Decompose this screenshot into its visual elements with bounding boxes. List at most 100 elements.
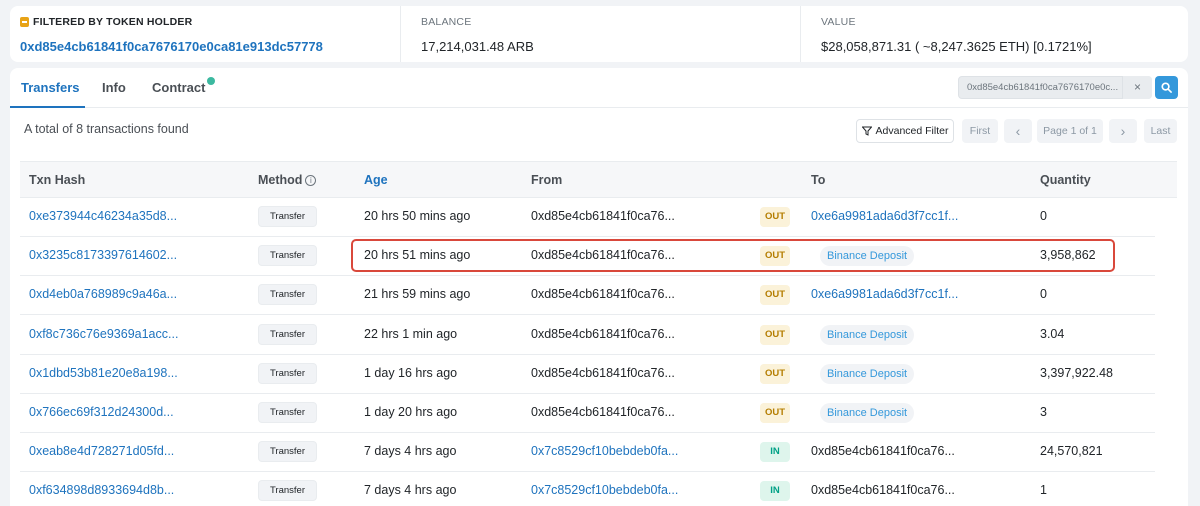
- direction-badge: OUT: [760, 246, 790, 267]
- tab-contract[interactable]: Contract: [152, 77, 216, 95]
- tab-transfers[interactable]: Transfers: [21, 80, 80, 95]
- col-to: To: [811, 173, 826, 187]
- page-indicator: Page 1 of 1: [1037, 119, 1103, 143]
- age-value: 20 hrs 50 mins ago: [364, 209, 471, 223]
- direction-badge: OUT: [760, 324, 790, 345]
- col-method: Method i: [258, 173, 317, 187]
- method-badge: Transfer: [258, 362, 317, 384]
- txn-hash-link[interactable]: 0xd4eb0a768989c9a46a...: [29, 287, 177, 301]
- next-page-button[interactable]: ›: [1109, 119, 1137, 143]
- first-page-button[interactable]: First: [962, 119, 998, 143]
- txn-hash-link[interactable]: 0xf634898d8933694d8b...: [29, 483, 174, 497]
- value-column: VALUE $28,058,871.31 ( ~8,247.3625 ETH) …: [800, 6, 1188, 62]
- value-label: VALUE: [821, 16, 856, 28]
- to-address-label[interactable]: Binance Deposit: [820, 363, 915, 384]
- col-quantity: Quantity: [1040, 173, 1091, 187]
- quantity-value: 0: [1040, 209, 1047, 223]
- direction-badge: IN: [760, 442, 790, 463]
- to-address-label[interactable]: Binance Deposit: [820, 324, 915, 345]
- balance-value: 17,214,031.48 ARB: [421, 39, 534, 54]
- from-address: 0xd85e4cb61841f0ca76...: [531, 209, 675, 223]
- age-value: 7 days 4 hrs ago: [364, 483, 457, 498]
- txn-hash-link[interactable]: 0x3235c8173397614602...: [29, 248, 177, 262]
- transfers-card: Transfers Info Contract 0xd85e4cb61841f0…: [10, 68, 1188, 506]
- table-row: 0x3235c8173397614602... Transfer 20 hrs 51…: [20, 237, 1155, 277]
- method-badge: Transfer: [258, 323, 317, 345]
- col-method-label: Method: [258, 173, 303, 187]
- table-row: 0x1dbd53b81e20e8a198... Transfer 1 day 16 …: [20, 355, 1155, 394]
- txn-hash-link[interactable]: 0xeab8e4d728271d05fd...: [29, 444, 174, 458]
- filter-column: FILTERED BY TOKEN HOLDER 0xd85e4cb61841f…: [10, 6, 400, 62]
- clear-search-button[interactable]: ×: [1122, 76, 1152, 99]
- txn-hash-link[interactable]: 0x766ec69f312d24300d...: [29, 405, 174, 419]
- method-badge: Transfer: [258, 480, 317, 502]
- direction-badge: OUT: [760, 403, 790, 423]
- age-value: 1 day 20 hrs ago: [364, 405, 458, 419]
- to-address-label[interactable]: Binance Deposit: [820, 246, 915, 267]
- table-row: 0xe373944c46234a35d8... Transfer 20 hrs 50…: [20, 198, 1155, 237]
- quantity-value: 1: [1040, 483, 1047, 498]
- table-row: 0xeab8e4d728271d05fd... Transfer 7 days 4 …: [20, 433, 1155, 473]
- col-age[interactable]: Age: [364, 173, 388, 187]
- col-from: From: [531, 173, 563, 187]
- from-address: 0xd85e4cb61841f0ca76...: [531, 405, 675, 419]
- advanced-filter-label: Advanced Filter: [875, 125, 949, 137]
- filter-label-row: FILTERED BY TOKEN HOLDER: [20, 16, 400, 28]
- to-address: 0xd85e4cb61841f0ca76...: [811, 483, 955, 498]
- balance-label: BALANCE: [421, 16, 472, 28]
- direction-badge: OUT: [760, 363, 790, 384]
- direction-badge: OUT: [760, 285, 790, 306]
- method-badge: Transfer: [258, 284, 317, 306]
- to-address: 0xd85e4cb61841f0ca76...: [811, 444, 955, 459]
- to-address[interactable]: 0xe6a9981ada6d3f7cc1f...: [811, 287, 958, 301]
- table-row: 0xf634898d8933694d8b... Transfer 7 days 4 …: [20, 472, 1155, 506]
- age-value: 21 hrs 59 mins ago: [364, 287, 471, 302]
- age-value: 7 days 4 hrs ago: [364, 444, 457, 459]
- col-txn-hash: Txn Hash: [29, 173, 86, 187]
- tab-info[interactable]: Info: [102, 80, 126, 95]
- quantity-value: 0: [1040, 287, 1047, 302]
- tab-contract-label: Contract: [152, 80, 206, 95]
- age-value: 1 day 16 hrs ago: [364, 365, 458, 380]
- filter-icon: [861, 126, 872, 136]
- txn-hash-link[interactable]: 0xf8c736c76e9369a1acc...: [29, 327, 178, 341]
- search-icon: [1161, 82, 1172, 93]
- txn-hash-link[interactable]: 0xe373944c46234a35d8...: [29, 209, 177, 223]
- to-address-label[interactable]: Binance Deposit: [820, 403, 915, 423]
- method-badge: Transfer: [258, 206, 317, 227]
- method-badge: Transfer: [258, 402, 317, 423]
- search-button[interactable]: [1155, 76, 1178, 99]
- from-address: 0xd85e4cb61841f0ca76...: [531, 287, 675, 302]
- from-address[interactable]: 0x7c8529cf10bebdeb0fa...: [531, 483, 678, 497]
- direction-badge: OUT: [760, 207, 790, 227]
- info-icon[interactable]: i: [305, 175, 317, 186]
- token-icon: [20, 17, 29, 27]
- prev-page-button[interactable]: ‹: [1004, 119, 1032, 143]
- age-value: 22 hrs 1 min ago: [364, 326, 458, 341]
- to-address[interactable]: 0xe6a9981ada6d3f7cc1f...: [811, 209, 958, 223]
- from-address: 0xd85e4cb61841f0ca76...: [531, 365, 675, 380]
- close-icon: ×: [1133, 80, 1141, 94]
- advanced-filter-button[interactable]: Advanced Filter: [856, 119, 954, 143]
- active-tab-indicator: [10, 106, 85, 108]
- txn-hash-link[interactable]: 0x1dbd53b81e20e8a198...: [29, 366, 178, 380]
- quantity-value: 3.04: [1040, 326, 1065, 341]
- table-row: 0xd4eb0a768989c9a46a... Transfer 21 hrs 59…: [20, 276, 1155, 316]
- holder-address-link[interactable]: 0xd85e4cb61841f0ca7676170e0ca81e913dc577…: [20, 39, 400, 54]
- token-holder-summary: FILTERED BY TOKEN HOLDER 0xd85e4cb61841f…: [10, 6, 1188, 62]
- table-row: 0xf8c736c76e9369a1acc... Transfer 22 hrs 1…: [20, 316, 1155, 355]
- from-address: 0xd85e4cb61841f0ca76...: [531, 248, 675, 263]
- from-address: 0xd85e4cb61841f0ca76...: [531, 326, 675, 341]
- table-row: 0x766ec69f312d24300d... Transfer 1 day 20 …: [20, 394, 1155, 433]
- last-page-button[interactable]: Last: [1144, 119, 1177, 143]
- tab-bar: Transfers Info Contract 0xd85e4cb61841f0…: [10, 68, 1188, 108]
- direction-badge: IN: [760, 481, 790, 502]
- value-value: $28,058,871.31 ( ~8,247.3625 ETH) [0.172…: [821, 39, 1092, 54]
- method-badge: Transfer: [258, 441, 317, 463]
- from-address[interactable]: 0x7c8529cf10bebdeb0fa...: [531, 444, 678, 458]
- quantity-value: 3,397,922.48: [1040, 365, 1113, 380]
- quantity-value: 3,958,862: [1040, 248, 1096, 263]
- table-header: Txn Hash Method i Age From To Quantity: [20, 161, 1177, 198]
- verified-check-icon: [207, 77, 216, 85]
- quantity-value: 24,570,821: [1040, 444, 1103, 459]
